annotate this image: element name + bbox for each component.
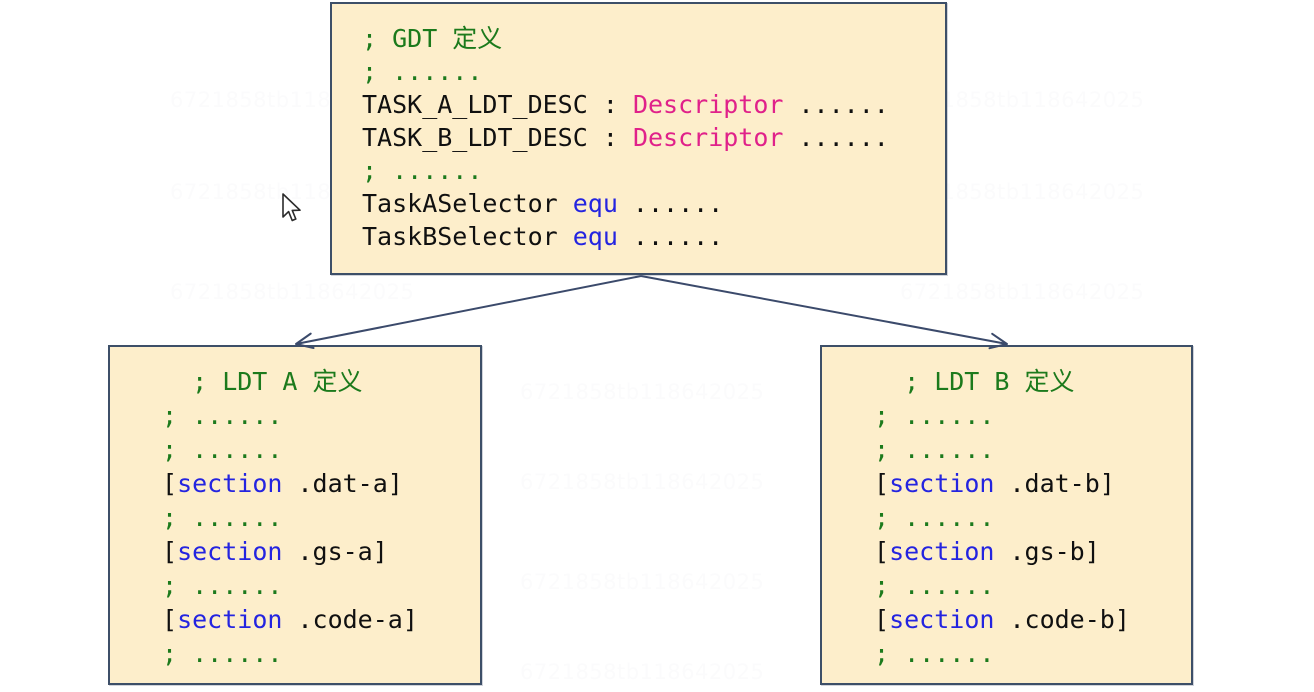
ldt-b-line-0-token-0: ; LDT B 定义	[874, 367, 1075, 396]
gdt-line-0: ; GDT 定义	[362, 26, 975, 59]
gdt-line-5: TaskASelector equ ......	[362, 191, 975, 224]
ldt-b-line-7-token-1: section	[889, 605, 995, 634]
diagram-canvas: 6721858tb118642025 6721858tb118642025 6721…	[0, 0, 1314, 692]
ldt-b-line-1-token-0: ; ......	[874, 401, 995, 430]
ldt-a-line-3-token-0: [	[162, 469, 178, 498]
gdt-line-3-token-2: ......	[783, 123, 889, 152]
ldt-a-line-8-token-0: ; ......	[162, 639, 283, 668]
gdt-to-ldt-b-line	[640, 275, 1008, 345]
ldt-b-line-1: ; ......	[874, 403, 1243, 437]
ldt-a-code-lines: ; LDT A 定义; ......; ...... [section .dat-…	[110, 347, 532, 675]
ldt-b-line-5-token-2: .gs-b]	[994, 537, 1100, 566]
gdt-line-2-token-2: ......	[783, 90, 889, 119]
ldt-b-line-8-token-0: ; ......	[874, 639, 995, 668]
ldt-b-line-3-token-0: [	[874, 469, 890, 498]
ldt-a-line-5: [section .gs-a]	[162, 539, 532, 573]
watermark-text-8: 6721858tb118642025	[520, 570, 765, 594]
watermark-text-6: 6721858tb118642025	[520, 380, 765, 404]
gdt-code-lines: ; GDT 定义 ; ...... TASK_A_LDT_DESC : Descri…	[332, 4, 975, 257]
watermark-text-5: 6721858tb118642025	[900, 280, 1145, 304]
gdt-definition-box: ; GDT 定义 ; ...... TASK_A_LDT_DESC : Descri…	[330, 2, 947, 275]
ldt-b-line-0: ; LDT B 定义	[874, 369, 1243, 403]
ldt-b-definition-box: ; LDT B 定义; ......; ...... [section .dat-…	[820, 345, 1193, 685]
gdt-line-3-token-1: Descriptor	[632, 123, 784, 152]
watermark-text-4: 6721858tb118642025	[170, 280, 415, 304]
ldt-b-line-8: ; ......	[874, 641, 1243, 675]
ldt-b-line-5: [section .gs-b]	[874, 539, 1243, 573]
ldt-a-line-7-token-2: .code-a]	[282, 605, 418, 634]
ldt-b-line-3-token-1: section	[889, 469, 995, 498]
ldt-a-line-5-token-0: [	[162, 537, 178, 566]
gdt-line-6-token-2: ......	[617, 222, 724, 251]
ldt-a-line-4-token-0: ; ......	[162, 503, 283, 532]
gdt-line-2: TASK_A_LDT_DESC : Descriptor ......	[362, 92, 975, 125]
gdt-line-4: ; ......	[362, 158, 975, 191]
ldt-a-line-1-token-0: ; ......	[162, 401, 283, 430]
ldt-a-line-2: ; ......	[162, 437, 532, 471]
ldt-a-line-7: [section .code-a]	[162, 607, 532, 641]
gdt-line-6-token-0: TaskBSelector	[362, 222, 573, 251]
ldt-b-line-6: ; ......	[874, 573, 1243, 607]
ldt-a-line-6: ; ......	[162, 573, 532, 607]
ldt-b-line-7-token-2: .code-b]	[994, 605, 1130, 634]
ldt-a-line-8: ; ......	[162, 641, 532, 675]
gdt-to-ldt-a-line	[295, 275, 642, 345]
gdt-line-1-token-0: ; ......	[362, 57, 483, 86]
gdt-line-6: TaskBSelector equ ......	[362, 224, 975, 257]
gdt-line-5-token-1: equ	[572, 189, 618, 218]
ldt-b-line-4-token-0: ; ......	[874, 503, 995, 532]
ldt-b-line-7-token-0: [	[874, 605, 890, 634]
ldt-a-line-3-token-2: .dat-a]	[282, 469, 403, 498]
ldt-a-line-3: [section .dat-a]	[162, 471, 532, 505]
ldt-a-line-3-token-1: section	[177, 469, 283, 498]
ldt-a-line-0-token-0: ; LDT A 定义	[162, 367, 363, 396]
ldt-b-line-3-token-2: .dat-b]	[994, 469, 1115, 498]
watermark-text-7: 6721858tb118642025	[520, 470, 765, 494]
ldt-a-line-0: ; LDT A 定义	[162, 369, 532, 403]
ldt-a-line-6-token-0: ; ......	[162, 571, 283, 600]
ldt-b-line-2: ; ......	[874, 437, 1243, 471]
ldt-b-line-6-token-0: ; ......	[874, 571, 995, 600]
ldt-b-line-2-token-0: ; ......	[874, 435, 995, 464]
ldt-a-line-5-token-2: .gs-a]	[282, 537, 388, 566]
gdt-line-2-token-1: Descriptor	[632, 90, 784, 119]
gdt-line-1: ; ......	[362, 59, 975, 92]
gdt-line-0-token-0: ; GDT 定义	[362, 24, 503, 53]
gdt-line-5-token-2: ......	[617, 189, 724, 218]
gdt-line-3-token-0: TASK_B_LDT_DESC :	[362, 123, 633, 152]
ldt-b-line-7: [section .code-b]	[874, 607, 1243, 641]
gdt-line-6-token-1: equ	[572, 222, 618, 251]
ldt-b-code-lines: ; LDT B 定义; ......; ...... [section .dat-…	[822, 347, 1243, 675]
ldt-a-line-5-token-1: section	[177, 537, 283, 566]
ldt-a-line-2-token-0: ; ......	[162, 435, 283, 464]
ldt-a-line-7-token-0: [	[162, 605, 178, 634]
ldt-b-line-5-token-0: [	[874, 537, 890, 566]
ldt-b-line-3: [section .dat-b]	[874, 471, 1243, 505]
mouse-pointer-icon	[282, 193, 301, 222]
gdt-line-4-token-0: ; ......	[362, 156, 483, 185]
gdt-line-2-token-0: TASK_A_LDT_DESC :	[362, 90, 633, 119]
gdt-line-5-token-0: TaskASelector	[362, 189, 573, 218]
ldt-a-line-4: ; ......	[162, 505, 532, 539]
ldt-a-line-1: ; ......	[162, 403, 532, 437]
ldt-b-line-5-token-1: section	[889, 537, 995, 566]
gdt-line-3: TASK_B_LDT_DESC : Descriptor ......	[362, 125, 975, 158]
ldt-a-line-7-token-1: section	[177, 605, 283, 634]
ldt-b-line-4: ; ......	[874, 505, 1243, 539]
ldt-a-definition-box: ; LDT A 定义; ......; ...... [section .dat-…	[108, 345, 482, 685]
watermark-text-9: 6721858tb118642025	[520, 660, 765, 684]
